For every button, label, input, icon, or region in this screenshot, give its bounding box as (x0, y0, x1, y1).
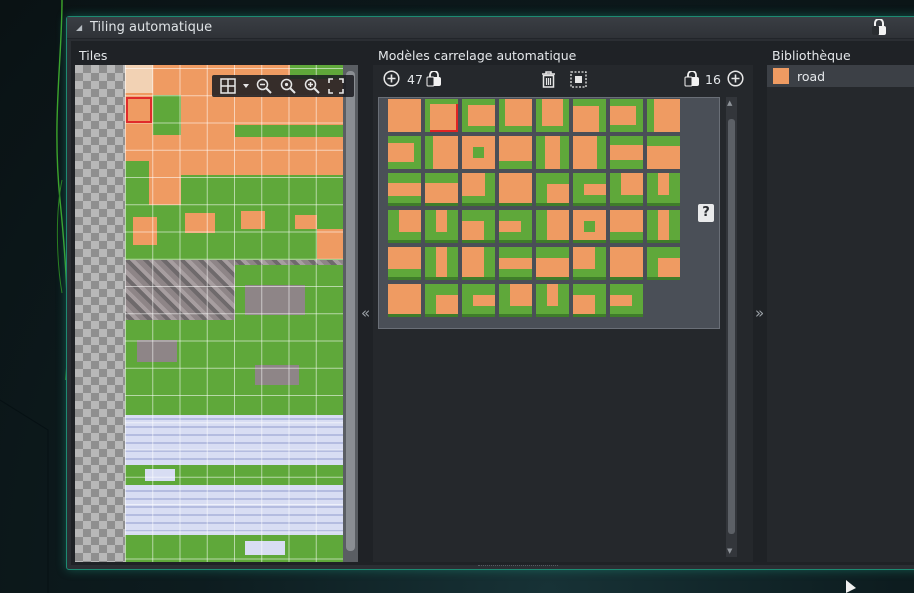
locked-count: 16 (705, 72, 721, 87)
unlock-icon[interactable] (426, 71, 442, 87)
model-tile[interactable] (425, 210, 458, 243)
models-toolbar: 47 16 (373, 65, 753, 93)
model-tile[interactable] (647, 99, 680, 132)
library-item-road[interactable]: road (767, 65, 914, 87)
model-tile[interactable] (462, 136, 495, 169)
model-tile[interactable] (573, 136, 606, 169)
model-tile[interactable] (388, 136, 421, 169)
add-locked-button[interactable] (727, 70, 744, 87)
library-label: Bibliothèque (772, 48, 851, 63)
model-tile[interactable] (388, 173, 421, 206)
locked-count-value: 16 (705, 72, 721, 87)
model-tile[interactable] (462, 173, 495, 206)
model-tile[interactable] (462, 210, 495, 243)
model-tile[interactable] (499, 210, 532, 243)
tileset-scrollbar[interactable] (343, 65, 358, 562)
model-tile[interactable] (388, 247, 421, 280)
zoom-out-icon[interactable] (254, 76, 274, 96)
transparent-checkerboard (75, 65, 125, 562)
model-tile[interactable] (610, 210, 643, 243)
selected-tile-highlight (126, 97, 152, 123)
add-model-button[interactable] (383, 70, 400, 87)
model-tile[interactable] (536, 284, 569, 317)
lock-icon[interactable] (684, 71, 700, 87)
model-tile[interactable] (462, 284, 495, 317)
model-tile[interactable] (536, 136, 569, 169)
grid-icon[interactable] (218, 76, 238, 96)
tileset-panel[interactable] (75, 65, 358, 562)
resize-handle[interactable] (478, 565, 558, 568)
model-tile[interactable] (425, 99, 458, 132)
chevron-down-icon[interactable] (242, 76, 250, 96)
model-tile[interactable] (425, 136, 458, 169)
model-tile[interactable] (499, 99, 532, 132)
model-tile[interactable] (647, 173, 680, 206)
model-tile[interactable] (610, 284, 643, 317)
fullscreen-icon[interactable] (326, 76, 346, 96)
model-tile[interactable] (536, 247, 569, 280)
model-tile[interactable] (647, 247, 680, 280)
window-titlebar[interactable]: ◢ Tiling automatique (67, 17, 914, 39)
model-tile[interactable] (388, 99, 421, 132)
model-tile[interactable] (425, 247, 458, 280)
model-tile[interactable] (647, 210, 680, 243)
model-tile[interactable] (388, 284, 421, 317)
model-tile[interactable] (536, 210, 569, 243)
lock-icon[interactable] (871, 19, 887, 36)
tileset-grid (125, 65, 343, 562)
models-grid[interactable]: ? (378, 97, 720, 329)
model-tile[interactable] (610, 136, 643, 169)
model-count: 47 (407, 72, 423, 87)
tiles-label: Tiles (79, 48, 108, 63)
model-tile[interactable] (536, 99, 569, 132)
tileset-scrollbar-thumb[interactable] (346, 71, 355, 551)
model-tile[interactable] (462, 99, 495, 132)
models-panel: 47 16 ? ▲ ▼ (373, 65, 753, 562)
tileset-image[interactable] (125, 65, 343, 562)
model-tile[interactable] (462, 247, 495, 280)
model-tile[interactable] (610, 247, 643, 280)
collapse-left-icon[interactable]: « (361, 304, 370, 322)
model-tile[interactable] (610, 173, 643, 206)
trash-icon[interactable] (541, 71, 556, 88)
model-tile[interactable] (425, 284, 458, 317)
collapse-triangle-icon[interactable]: ◢ (76, 23, 84, 32)
model-tile[interactable] (610, 99, 643, 132)
models-label: Modèles carrelage automatique (378, 48, 577, 63)
model-tile[interactable] (499, 173, 532, 206)
model-tile[interactable] (499, 136, 532, 169)
window-title: Tiling automatique (90, 20, 213, 35)
fit-selection-icon[interactable] (570, 71, 587, 88)
tileset-toolbar (212, 75, 354, 97)
library-item-label: road (797, 68, 826, 84)
model-tile[interactable] (647, 136, 680, 169)
scroll-down-icon[interactable]: ▼ (727, 547, 732, 555)
road-color-swatch (773, 68, 789, 84)
model-tile[interactable] (573, 247, 606, 280)
model-count-value: 47 (407, 72, 423, 87)
library-panel: road (767, 65, 914, 562)
model-tile[interactable] (388, 210, 421, 243)
model-tile[interactable] (499, 284, 532, 317)
help-button[interactable]: ? (698, 204, 714, 222)
models-scrollbar-thumb[interactable] (728, 119, 735, 534)
model-tile[interactable] (499, 247, 532, 280)
model-tile[interactable] (536, 173, 569, 206)
model-tile[interactable] (573, 210, 606, 243)
zoom-in-icon[interactable] (302, 76, 322, 96)
model-tile[interactable] (425, 173, 458, 206)
zoom-reset-icon[interactable] (278, 76, 298, 96)
scroll-up-icon[interactable]: ▲ (727, 99, 732, 107)
model-tile[interactable] (573, 284, 606, 317)
models-scrollbar[interactable]: ▲ ▼ (726, 97, 737, 557)
model-tile[interactable] (573, 99, 606, 132)
collapse-right-icon[interactable]: » (755, 304, 764, 322)
model-tile[interactable] (573, 173, 606, 206)
